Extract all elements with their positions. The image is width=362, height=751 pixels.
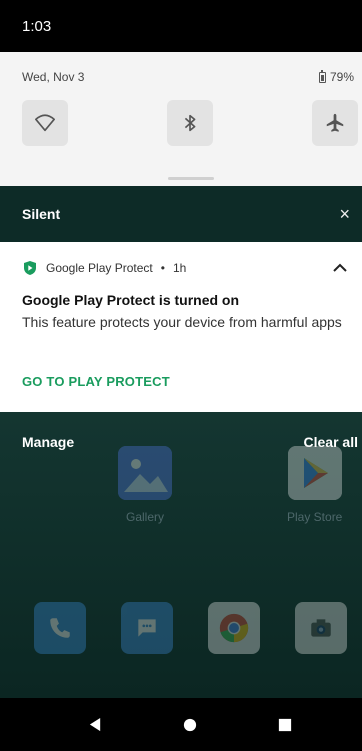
airplane-icon — [326, 113, 344, 132]
gallery-label: Gallery — [125, 510, 164, 524]
home-button[interactable] — [175, 698, 205, 751]
notification-body: This feature protects your device from h… — [22, 314, 342, 330]
silent-section-header: Silent × — [0, 186, 362, 242]
shield-icon — [22, 260, 38, 276]
chrome-app-icon[interactable] — [208, 602, 260, 654]
recents-icon — [278, 718, 292, 731]
camera-app-icon[interactable] — [295, 602, 347, 654]
notification-app-name: Google Play Protect — [46, 261, 153, 275]
notification-separator: • — [160, 261, 165, 275]
battery-icon — [318, 69, 326, 83]
status-bar: 1:03 — [0, 0, 362, 52]
manage-button[interactable]: Manage — [22, 434, 74, 450]
chevron-up-icon[interactable] — [330, 258, 350, 278]
bluetooth-icon — [184, 114, 196, 132]
drag-handle[interactable] — [168, 177, 214, 180]
messages-app-icon[interactable] — [121, 602, 173, 654]
wifi-icon — [35, 114, 55, 132]
notification-card[interactable]: Google Play Protect • 1h Google Play Pro… — [0, 242, 362, 412]
quick-settings-header: Wed, Nov 3 79% — [22, 69, 354, 84]
status-time: 1:03 — [22, 17, 52, 35]
go-to-play-protect-button[interactable]: GO TO PLAY PROTECT — [22, 374, 170, 389]
notification-header: Google Play Protect • 1h — [22, 260, 186, 276]
wifi-tile[interactable] — [22, 100, 68, 146]
gallery-app[interactable]: Gallery — [118, 446, 172, 524]
battery-indicator: 79% — [318, 69, 354, 84]
back-button[interactable] — [80, 698, 110, 751]
play-store-icon — [287, 446, 342, 500]
close-icon[interactable]: × — [339, 204, 350, 225]
navigation-bar — [0, 698, 362, 751]
back-icon — [89, 717, 100, 732]
play-store-app[interactable]: Play Store — [287, 446, 342, 524]
notification-title: Google Play Protect is turned on — [22, 292, 240, 308]
play-store-label: Play Store — [287, 510, 343, 524]
silent-label: Silent — [22, 206, 61, 222]
home-icon — [183, 718, 197, 731]
airplane-tile[interactable] — [312, 100, 358, 146]
quick-settings-panel: Wed, Nov 3 79% — [0, 52, 362, 186]
phone-app-icon[interactable] — [34, 602, 86, 654]
notification-time: 1h — [172, 261, 187, 275]
bluetooth-tile[interactable] — [167, 100, 213, 146]
recents-button[interactable] — [270, 698, 300, 751]
battery-percent: 79% — [329, 70, 354, 84]
gallery-icon — [118, 446, 172, 500]
date-label[interactable]: Wed, Nov 3 — [22, 70, 84, 84]
